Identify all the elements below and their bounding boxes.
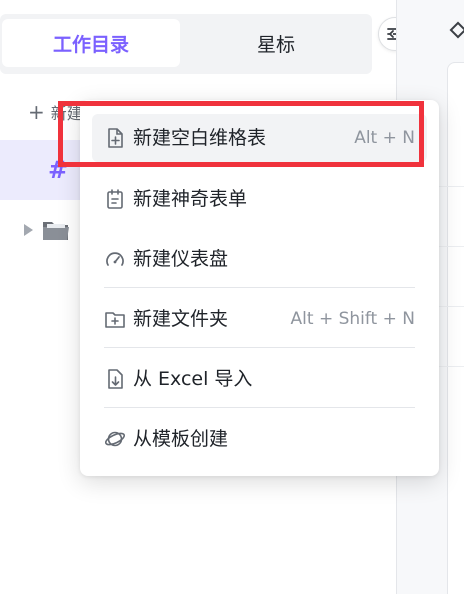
- content-card: [447, 62, 464, 594]
- import-icon: [108, 369, 123, 389]
- form-icon: [107, 189, 123, 209]
- menu-divider: [104, 287, 415, 288]
- folder-icon: [43, 222, 69, 240]
- new-sheet-icon: [108, 128, 123, 148]
- menu-item-label: 新建空白维格表: [133, 127, 267, 149]
- menu-divider: [104, 347, 415, 348]
- view-icon[interactable]: [449, 21, 464, 39]
- menu-item-new-sheet[interactable]: 新建空白维格表 Alt + N: [92, 114, 427, 162]
- sidebar-tabs: 工作目录 星标: [0, 14, 372, 74]
- sheet-hash-icon: #: [48, 156, 69, 184]
- dashboard-icon: [106, 252, 124, 266]
- menu-item-label: 新建神奇表单: [133, 188, 248, 210]
- expand-arrow-icon[interactable]: [24, 224, 33, 236]
- menu-item-new-dashboard[interactable]: 新建仪表盘: [92, 235, 427, 283]
- new-item-menu: 新建空白维格表 Alt + N 新建神奇表单 新建仪表盘 新建文件夹 Alt +…: [80, 100, 439, 476]
- menu-item-label: 从 Excel 导入: [133, 368, 253, 390]
- new-button-label: 新建: [50, 104, 83, 123]
- template-icon: [104, 431, 126, 447]
- menu-item-label: 从模板创建: [133, 428, 229, 450]
- tab-workspace[interactable]: 工作目录: [2, 19, 180, 67]
- menu-item-shortcut: Alt + N: [354, 128, 415, 148]
- plus-icon: +: [28, 100, 45, 124]
- menu-item-new-form[interactable]: 新建神奇表单: [92, 175, 427, 223]
- menu-item-from-template[interactable]: 从模板创建: [92, 415, 427, 463]
- tab-starred[interactable]: 星标: [186, 19, 366, 67]
- menu-item-label: 新建仪表盘: [133, 248, 229, 270]
- menu-item-shortcut: Alt + Shift + N: [290, 309, 415, 329]
- tree-item-folder[interactable]: [24, 214, 71, 246]
- menu-item-import-excel[interactable]: 从 Excel 导入: [92, 355, 427, 403]
- menu-item-label: 新建文件夹: [133, 308, 229, 330]
- menu-divider: [104, 407, 415, 408]
- new-folder-icon: [105, 312, 125, 328]
- menu-item-new-folder[interactable]: 新建文件夹 Alt + Shift + N: [92, 295, 427, 343]
- new-button[interactable]: + 新建: [28, 98, 83, 126]
